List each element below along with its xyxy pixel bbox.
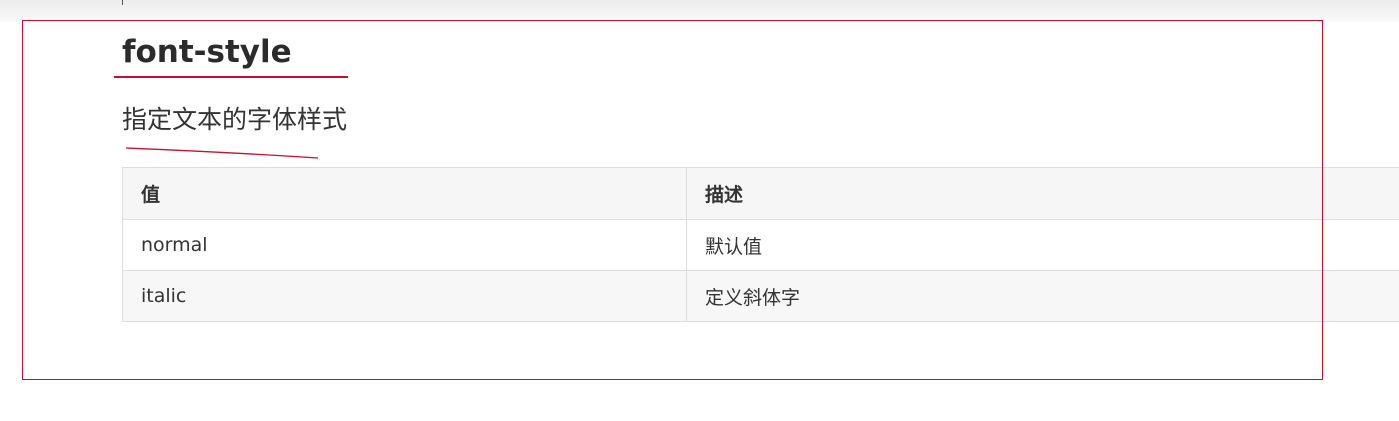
table-row: italic 定义斜体字: [122, 270, 1399, 322]
values-table: 值 描述 normal 默认值 italic 定义斜体字: [122, 167, 1399, 322]
top-divider: [122, 0, 123, 5]
page-subtitle: 指定文本的字体样式: [122, 105, 348, 134]
cell-value: italic: [122, 270, 687, 322]
subtitle-annotation-underline: [125, 147, 319, 159]
table-header-row: 值 描述: [122, 167, 1399, 220]
top-bar: [0, 0, 1399, 22]
page-title: font-style: [122, 34, 292, 70]
cell-value: normal: [122, 219, 687, 271]
table-row: normal 默认值: [122, 219, 1399, 271]
header-description: 描述: [686, 167, 1399, 220]
title-annotation-underline: [114, 76, 348, 78]
cell-description: 默认值: [686, 219, 1399, 271]
cell-description: 定义斜体字: [686, 270, 1399, 322]
header-value: 值: [122, 167, 687, 220]
